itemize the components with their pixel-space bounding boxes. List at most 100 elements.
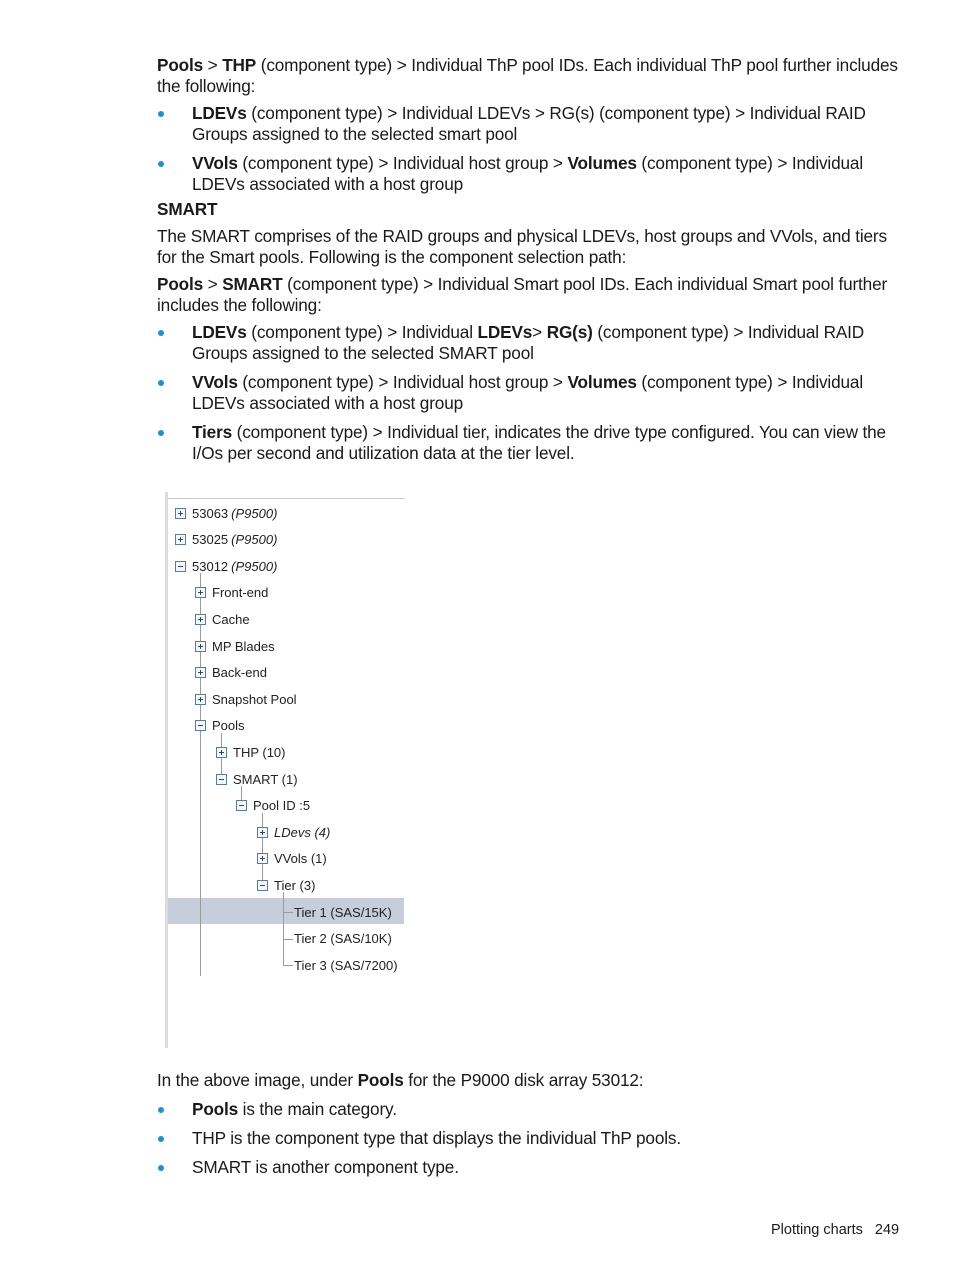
text: > [203, 274, 223, 294]
footer-section-title: Plotting charts [771, 1222, 863, 1238]
tree-connector [283, 912, 293, 913]
text: In the above image, under [157, 1070, 358, 1090]
document-page: Pools > THP (component type) > Individua… [157, 54, 899, 472]
bold-term: LDEVs [192, 103, 247, 123]
tree-node-label: Cache [212, 611, 250, 627]
tree-connector [283, 892, 284, 966]
expand-plus-icon[interactable] [175, 534, 186, 546]
bold-term: SMART [222, 274, 283, 294]
list-item: LDEVs (component type) > Individual LDEV… [157, 322, 899, 364]
tree-connector [283, 938, 293, 940]
after-figure-section: In the above image, under Pools for the … [157, 1070, 899, 1186]
bullet-icon [158, 1165, 164, 1171]
text: (component type) > Individual tier, indi… [192, 422, 886, 463]
tree-node[interactable]: Pool ID :5 [236, 797, 310, 815]
bold-term: Pools [157, 55, 204, 75]
collapse-minus-icon[interactable] [175, 560, 186, 572]
bullet-icon [158, 330, 164, 336]
tree-node-label: Tier 2 (SAS/10K) [294, 931, 392, 947]
tree-node[interactable]: Tier 2 (SAS/10K) [294, 930, 392, 948]
tree-node-label: 53063 [192, 505, 229, 521]
expand-plus-icon[interactable] [195, 587, 206, 599]
component-tree-screenshot: 53063 (P9500) 53025 (P9500) 53012 (P9500) Fron… [165, 492, 405, 1048]
smart-path-paragraph: Pools > SMART (component type) > Individ… [157, 274, 899, 316]
tree-node[interactable]: Tier 1 (SAS/15K) [294, 903, 392, 921]
tree-node-label: Tier 1 (SAS/15K) [294, 904, 392, 920]
text: (component type) > Individual [246, 322, 478, 342]
tree-node[interactable]: MP Blades [195, 637, 275, 655]
tree-node[interactable]: THP (10) [216, 743, 286, 761]
bold-term: VVols [192, 153, 238, 173]
text: (component type) > Individual ThP pool I… [157, 55, 898, 96]
tree-connector [283, 965, 293, 967]
bullet-icon [158, 161, 164, 167]
tree-node[interactable]: 53012 (P9500) [175, 557, 277, 575]
expand-plus-icon[interactable] [195, 667, 206, 679]
tree-node[interactable]: 53025 (P9500) [175, 531, 277, 549]
bullet-icon [158, 430, 164, 436]
after-figure-paragraph: In the above image, under Pools for the … [157, 1070, 899, 1091]
tree-node-label: 53025 [192, 532, 229, 548]
tree-node-label: Pools [212, 718, 245, 734]
expand-plus-icon[interactable] [195, 640, 206, 652]
list-item: THP is the component type that displays … [157, 1128, 899, 1149]
tree-node-label: Snapshot Pool [212, 691, 297, 707]
expand-plus-icon[interactable] [195, 613, 206, 625]
collapse-minus-icon[interactable] [195, 720, 206, 732]
expand-plus-icon[interactable] [257, 853, 268, 865]
bullet-icon [158, 111, 164, 117]
tree-connector [200, 573, 201, 976]
bullet-icon [158, 380, 164, 386]
text: (component type) > Individual LDEVs > RG… [192, 103, 866, 144]
list-item: LDEVs (component type) > Individual LDEV… [157, 103, 899, 145]
text: is the main category. [238, 1099, 397, 1119]
expand-plus-icon[interactable] [195, 693, 206, 705]
tree-node[interactable]: Pools [195, 717, 245, 735]
collapse-minus-icon[interactable] [236, 800, 247, 812]
bold-term: Pools [157, 274, 204, 294]
text: THP is the component type that displays … [192, 1128, 681, 1148]
bullet-icon [158, 1107, 164, 1113]
text: > [203, 55, 223, 75]
tree-node[interactable]: Back-end [195, 664, 267, 682]
text: (component type) > Individual host group… [237, 372, 568, 392]
tree-node-label: VVols (1) [274, 851, 327, 867]
tree-node-label: Pool ID :5 [253, 798, 311, 814]
tree-node[interactable]: Cache [195, 610, 250, 628]
collapse-minus-icon[interactable] [257, 879, 268, 891]
bold-term: VVols [192, 372, 238, 392]
expand-plus-icon[interactable] [257, 826, 268, 838]
bold-term: Pools [357, 1070, 404, 1090]
expand-plus-icon[interactable] [175, 507, 186, 519]
tree-node[interactable]: LDevs (4) [257, 823, 330, 841]
text: > [532, 322, 547, 342]
tree-node-label: Front-end [212, 585, 269, 601]
page-number: 249 [874, 1222, 900, 1238]
list-item: VVols (component type) > Individual host… [157, 153, 899, 195]
tree-node-label: MP Blades [212, 638, 275, 654]
bold-term: Tiers [192, 422, 233, 442]
tree-node-label: THP (10) [233, 744, 286, 760]
section-heading: SMART [157, 199, 218, 219]
tree-node[interactable]: 53063 (P9500) [175, 504, 277, 522]
list-item: SMART is another component type. [157, 1157, 899, 1178]
tree-node-model: (P9500) [231, 532, 278, 548]
expand-plus-icon[interactable] [216, 746, 227, 758]
tree-node-label: 53012 [192, 558, 229, 574]
tree-node-label: SMART (1) [233, 771, 298, 787]
bold-term: THP [222, 55, 257, 75]
tree-node[interactable]: Tier 3 (SAS/7200) [294, 956, 398, 974]
smart-bullet-list: LDEVs (component type) > Individual LDEV… [157, 322, 899, 464]
text: SMART is another component type. [192, 1157, 459, 1177]
bold-term: Volumes [567, 153, 637, 173]
tree-node[interactable]: SMART (1) [216, 770, 298, 788]
list-item: Tiers (component type) > Individual tier… [157, 422, 899, 464]
tree-node-label: Back-end [212, 665, 267, 681]
tree-node[interactable]: Front-end [195, 584, 268, 602]
collapse-minus-icon[interactable] [216, 773, 227, 785]
tree-node[interactable]: VVols (1) [257, 850, 327, 868]
tree-node[interactable]: Snapshot Pool [195, 690, 297, 708]
tree-node[interactable]: Tier (3) [257, 876, 315, 894]
thp-path-paragraph: Pools > THP (component type) > Individua… [157, 55, 899, 97]
bold-term: LDEVs [192, 322, 247, 342]
